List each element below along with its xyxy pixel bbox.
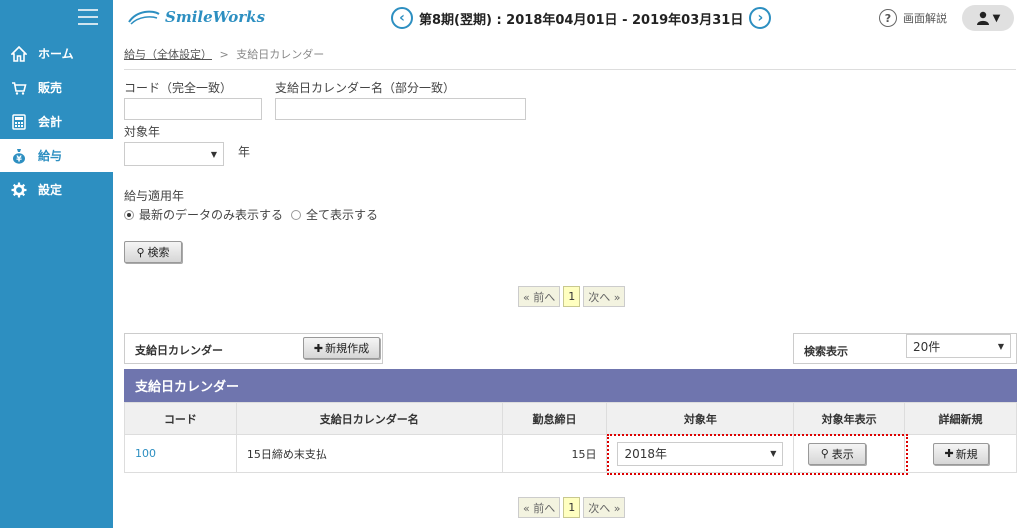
pager-current-page[interactable]: 1 [563,497,581,518]
column-header-target-year: 対象年 [606,402,795,435]
table-title-bar: 支給日カレンダー [124,369,1017,402]
sidebar-item-label: ホーム [38,47,74,61]
gear-icon [0,182,38,198]
hamburger-menu-icon[interactable] [78,9,98,27]
breadcrumb-separator: > [219,48,229,61]
code-label: コード（完全一致） [124,81,233,95]
money-bag-icon: ¥ [0,148,38,164]
sidebar-item-settings[interactable]: 設定 [0,173,113,206]
period-selector: ‹ 第8期(翌期) : 2018年04月01日 - 2019年03月31日 › [391,7,772,29]
display-count-label: 検索表示 [804,345,848,358]
table-header-row: コード 支給日カレンダー名 勤怠締日 対象年 対象年表示 詳細新規 [124,402,1017,435]
row-new-label: 新規 [955,447,978,461]
radio-button[interactable] [291,209,301,220]
logo-text: SmileWorks [165,8,266,26]
user-icon [976,11,989,25]
pager-next[interactable]: 次へ » [583,497,626,518]
pager-next[interactable]: 次へ » [583,286,626,307]
sidebar-item-payroll[interactable]: ¥ 給与 [0,139,113,172]
plus-icon: ✚ [944,447,954,460]
sidebar-item-sales[interactable]: 販売 [0,71,113,104]
create-new-button[interactable]: ✚ 新規作成 [303,337,380,359]
display-count-panel: 検索表示 20件 ▼ [793,333,1017,364]
sidebar-item-home[interactable]: ホーム [0,37,113,70]
pager-current-page[interactable]: 1 [563,286,581,307]
search-button[interactable]: ⚲ 検索 [124,241,182,263]
plus-icon: ✚ [313,341,324,355]
period-text: 第8期(翌期) : 2018年04月01日 - 2019年03月31日 [419,12,744,28]
chevron-down-icon: ▼ [210,149,217,159]
radio-show-all[interactable]: 全て表示する [291,206,378,223]
row-new-cell: ✚ 新規 [904,434,1017,473]
logo-swoosh-icon [128,10,160,25]
user-menu-button[interactable]: ▼ [962,5,1014,31]
calendar-name-input[interactable] [275,98,526,120]
create-new-label: 新規作成 [325,342,370,355]
chevron-down-icon: ▼ [992,12,1001,24]
help-label: 画面解説 [903,12,947,25]
breadcrumb-current: 支給日カレンダー [236,48,325,61]
search-icon: ⚲ [136,245,145,259]
app-logo[interactable]: SmileWorks [127,8,265,26]
pager-bottom: « 前へ 1 次へ » [518,497,626,518]
display-count-value: 20件 [913,339,941,354]
list-panel-title: 支給日カレンダー [135,344,223,357]
pager-prev[interactable]: « 前へ [518,286,561,307]
highlight-annotation [607,434,908,475]
target-year-label: 対象年 [124,125,161,139]
pager-prev[interactable]: « 前へ [518,497,561,518]
breadcrumb-parent-link[interactable]: 給与（全体設定） [124,48,212,61]
svg-text:¥: ¥ [16,154,22,163]
prev-period-button[interactable]: ‹ [391,7,413,29]
apply-year-label: 給与適用年 [124,189,185,203]
sidebar-item-label: 設定 [38,183,63,197]
radio-button-checked[interactable] [124,209,134,220]
breadcrumb-divider [124,69,1016,70]
search-button-label: 検索 [147,246,170,259]
column-header-detail-new: 詳細新規 [904,402,1017,435]
question-icon: ? [879,9,897,27]
radio-latest-label: 最新のデータのみ表示する [139,208,284,222]
sidebar-item-accounting[interactable]: 会計 [0,105,113,138]
pager-top: « 前へ 1 次へ » [518,286,626,307]
sidebar-item-label: 会計 [38,115,63,129]
sidebar: ホーム 販売 会計 ¥ 給与 設定 [0,0,113,528]
help-link[interactable]: ? 画面解説 [879,9,947,27]
home-icon [0,45,38,62]
calculator-icon [0,113,38,130]
breadcrumb: 給与（全体設定） > 支給日カレンダー [124,46,324,62]
radio-latest-only[interactable]: 最新のデータのみ表示する [124,206,283,223]
radio-all-label: 全て表示する [306,208,379,222]
row-close-day: 15日 [501,434,608,473]
chevron-down-icon: ▼ [997,341,1004,351]
code-input[interactable] [124,98,262,120]
sidebar-item-label: 給与 [38,149,63,163]
row-name: 15日締め末支払 [235,434,503,473]
row-new-button[interactable]: ✚ 新規 [933,442,990,465]
year-suffix: 年 [238,145,251,159]
row-code-link[interactable]: 100 [124,434,237,473]
display-count-select[interactable]: 20件 ▼ [906,334,1011,358]
column-header-name: 支給日カレンダー名 [235,402,503,435]
column-header-close-day: 勤怠締日 [501,402,608,435]
list-header-panel: 支給日カレンダー ✚ 新規作成 [124,333,383,364]
column-header-year-display: 対象年表示 [793,402,906,435]
column-header-code: コード [124,402,237,435]
next-period-button[interactable]: › [749,7,772,29]
calendar-name-label: 支給日カレンダー名（部分一致） [275,81,456,95]
top-header: SmileWorks ‹ 第8期(翌期) : 2018年04月01日 - 201… [113,0,1024,36]
target-year-select[interactable]: ▼ [124,142,224,166]
sidebar-item-label: 販売 [38,81,63,95]
cart-icon [0,80,38,96]
